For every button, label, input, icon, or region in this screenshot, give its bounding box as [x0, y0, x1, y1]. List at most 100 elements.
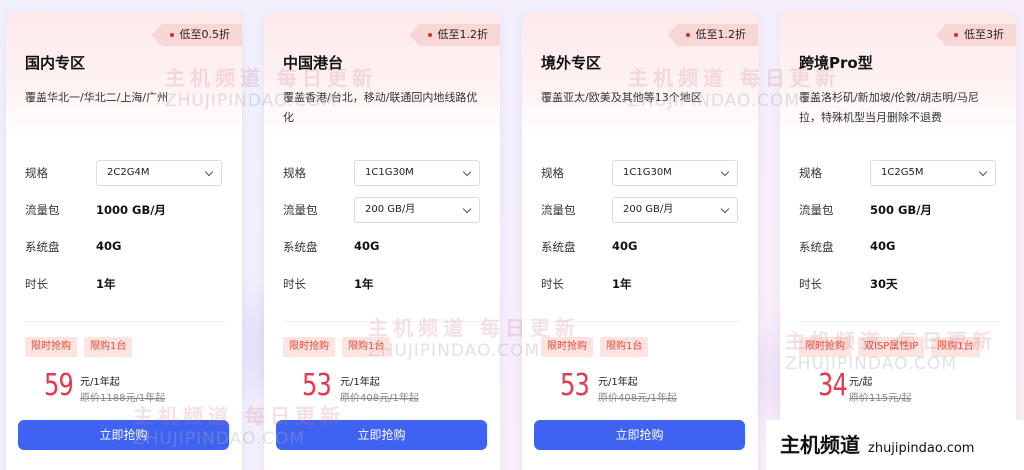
tag-limit: 限购1台 [342, 337, 391, 357]
card-title: 中国港台 [283, 54, 344, 72]
divider [283, 321, 483, 322]
spec-row: 规格 1C2G5M [799, 160, 999, 186]
price-unit: 元/起 [849, 377, 873, 388]
price-unit: 元/1年起 [80, 377, 120, 388]
product-card-domestic: 低至0.5折 国内专区 覆盖华北一/华北二/上海/广州 规格 2C2G4M 流量… [6, 12, 242, 470]
discount-badge: 低至1.2折 [409, 24, 500, 46]
tag-limit: 限购1台 [600, 337, 649, 357]
divider [25, 321, 225, 322]
disk-row: 系统盘 40G [541, 234, 741, 260]
card-description: 覆盖亚太/欧美及其他等13个地区 [541, 91, 702, 104]
spec-select-value: 1C1G30M [623, 167, 672, 178]
price-value: 59 [44, 368, 74, 403]
card-title: 境外专区 [541, 54, 602, 72]
original-price: 原价408元/1年起 [598, 393, 677, 404]
traffic-row: 流量包 500 GB/月 [799, 197, 999, 223]
price-value: 53 [560, 368, 590, 403]
traffic-select-value: 200 GB/月 [623, 204, 674, 215]
spec-row: 规格 1C1G30M [283, 160, 483, 186]
tag-list: 限时抢购 限购1台 [25, 334, 139, 357]
disk-row: 系统盘 40G [25, 234, 225, 260]
spec-select[interactable]: 1C2G5M [870, 160, 996, 186]
disk-value: 40G [870, 239, 896, 253]
price-unit: 元/1年起 [598, 377, 638, 388]
spec-row: 规格 1C1G30M [541, 160, 741, 186]
discount-text: 低至1.2折 [695, 28, 747, 41]
traffic-row: 流量包 200 GB/月 [541, 197, 741, 223]
tag-limit: 限购1台 [931, 337, 980, 357]
discount-text: 低至0.5折 [179, 28, 231, 41]
dot-icon [954, 33, 958, 37]
discount-badge: 低至1.2折 [667, 24, 758, 46]
traffic-select[interactable]: 200 GB/月 [354, 197, 480, 223]
discount-badge: 低至3折 [936, 24, 1016, 46]
price-value: 34 [818, 368, 848, 403]
original-price: 原价115元/起 [849, 393, 912, 404]
spec-label: 规格 [799, 166, 822, 180]
dot-icon [685, 33, 690, 37]
duration-value: 1年 [354, 277, 374, 291]
spec-row: 规格 2C2G4M [25, 160, 225, 186]
traffic-select[interactable]: 200 GB/月 [612, 197, 738, 223]
chevron-down-icon [978, 167, 988, 177]
price-unit: 元/1年起 [340, 377, 380, 388]
tag-list: 限时抢购 限购1台 [541, 334, 655, 357]
buy-now-button[interactable]: 立即抢购 [18, 420, 229, 450]
traffic-label: 流量包 [25, 203, 60, 217]
dot-icon [427, 33, 432, 37]
site-badge: 主机频道 zhujipindao.com [766, 420, 1024, 470]
site-badge-name: 主机频道 [780, 433, 860, 457]
card-description: 覆盖华北一/华北二/上海/广州 [25, 91, 169, 104]
duration-value: 1年 [612, 277, 632, 291]
traffic-row: 流量包 1000 GB/月 [25, 197, 225, 223]
disk-value: 40G [96, 239, 122, 253]
duration-label: 时长 [799, 277, 822, 291]
spec-label: 规格 [283, 166, 306, 180]
card-title: 国内专区 [25, 54, 86, 72]
chevron-down-icon [720, 204, 730, 214]
duration-row: 时长 30天 [799, 271, 999, 297]
discount-text: 低至1.2折 [437, 28, 489, 41]
original-price: 原价1188元/1年起 [80, 393, 166, 404]
tag-flash-sale: 限时抢购 [25, 337, 77, 357]
traffic-label: 流量包 [799, 203, 834, 217]
site-badge-domain: zhujipindao.com [868, 441, 975, 456]
duration-label: 时长 [541, 277, 564, 291]
chevron-down-icon [462, 204, 472, 214]
dot-icon [169, 33, 174, 37]
disk-value: 40G [612, 239, 638, 253]
disk-label: 系统盘 [283, 240, 318, 254]
card-description: 覆盖洛杉矶/新加坡/伦敦/胡志明/马尼拉，特殊机型当月删除不退费 [799, 91, 979, 124]
spec-select[interactable]: 1C1G30M [354, 160, 480, 186]
duration-row: 时长 1年 [541, 271, 741, 297]
traffic-select-value: 200 GB/月 [365, 204, 416, 215]
product-card-overseas: 低至1.2折 境外专区 覆盖亚太/欧美及其他等13个地区 规格 1C1G30M … [522, 12, 758, 470]
buy-now-button[interactable]: 立即抢购 [276, 420, 487, 450]
spec-select-value: 2C2G4M [107, 167, 150, 178]
spec-label: 规格 [25, 166, 48, 180]
traffic-row: 流量包 200 GB/月 [283, 197, 483, 223]
price-value: 53 [302, 368, 332, 403]
disk-label: 系统盘 [25, 240, 60, 254]
tag-dual-isp: 双ISP属性IP [858, 337, 925, 357]
tag-flash-sale: 限时抢购 [799, 337, 851, 357]
spec-select[interactable]: 1C1G30M [612, 160, 738, 186]
spec-select[interactable]: 2C2G4M [96, 160, 222, 186]
discount-text: 低至3折 [964, 28, 1004, 41]
duration-label: 时长 [25, 277, 48, 291]
chevron-down-icon [720, 167, 730, 177]
card-description: 覆盖香港/台北，移动/联通回内地线路优化 [283, 91, 478, 124]
tag-flash-sale: 限时抢购 [283, 337, 335, 357]
product-card-crossborder-pro: 低至3折 跨境Pro型 覆盖洛杉矶/新加坡/伦敦/胡志明/马尼拉，特殊机型当月删… [780, 12, 1016, 470]
tag-flash-sale: 限时抢购 [541, 337, 593, 357]
traffic-value: 1000 GB/月 [96, 203, 166, 217]
duration-label: 时长 [283, 277, 306, 291]
duration-value: 1年 [96, 277, 116, 291]
duration-row: 时长 1年 [283, 271, 483, 297]
disk-label: 系统盘 [541, 240, 576, 254]
disk-row: 系统盘 40G [799, 234, 999, 260]
buy-now-button[interactable]: 立即抢购 [534, 420, 745, 450]
card-title: 跨境Pro型 [799, 54, 873, 72]
disk-value: 40G [354, 239, 380, 253]
tag-list: 限时抢购 双ISP属性IP 限购1台 [799, 334, 987, 357]
